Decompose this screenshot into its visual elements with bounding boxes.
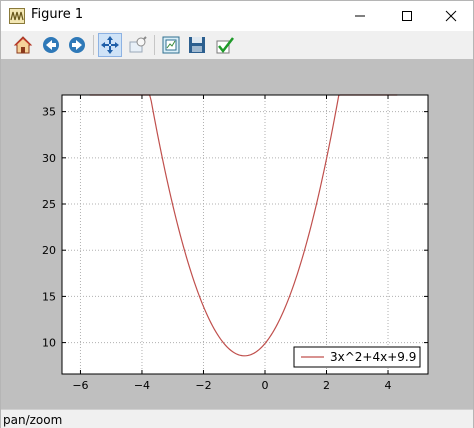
line-chart[interactable]: −6 −4 −2 0 2 4 10 15 20 25 30 35 3x^2+4x+9.9 <box>1 59 473 409</box>
figure-window: Figure 1 −6 −4 −2 0 2 4 10 15 20 25 30 3… <box>0 0 474 428</box>
pan-move-icon <box>101 36 119 54</box>
status-mode-text: pan/zoom <box>3 413 63 427</box>
save-button[interactable] <box>185 33 209 57</box>
back-arrow-icon <box>43 37 59 53</box>
app-icon <box>9 8 25 24</box>
pan-button[interactable] <box>98 33 122 57</box>
checkmark-icon <box>216 37 234 54</box>
y-tick-label: 15 <box>42 290 56 303</box>
figure-canvas[interactable]: −6 −4 −2 0 2 4 10 15 20 25 30 35 3x^2+4x+9.9 <box>1 59 473 409</box>
title-bar[interactable]: Figure 1 <box>1 1 473 31</box>
x-tick-label: 2 <box>323 379 330 392</box>
x-tick-label: −6 <box>72 379 88 392</box>
close-icon <box>445 10 456 22</box>
zoom-rect-icon <box>129 36 147 53</box>
home-button[interactable] <box>11 33 35 57</box>
x-tick-label: −2 <box>195 379 211 392</box>
status-bar: pan/zoom <box>1 409 473 428</box>
x-tick-label: 0 <box>261 379 268 392</box>
toolbar-separator <box>93 35 94 55</box>
forward-arrow-icon <box>69 37 85 53</box>
minimize-button[interactable] <box>337 1 382 31</box>
edit-button[interactable] <box>213 33 237 57</box>
zoom-button[interactable] <box>126 33 150 57</box>
maximize-icon <box>401 11 412 21</box>
window-title: Figure 1 <box>31 7 84 22</box>
toolbar-separator <box>154 35 155 55</box>
x-tick-label: 4 <box>385 379 392 392</box>
y-tick-label: 30 <box>42 152 56 165</box>
plot-area <box>62 95 428 374</box>
subplots-config-icon <box>162 36 180 54</box>
forward-button[interactable] <box>65 33 89 57</box>
navigation-toolbar <box>1 31 473 59</box>
y-tick-label: 10 <box>42 337 56 350</box>
close-button[interactable] <box>428 1 473 31</box>
legend-label: 3x^2+4x+9.9 <box>330 350 416 364</box>
maximize-button[interactable] <box>384 1 429 31</box>
home-icon <box>13 36 33 54</box>
x-tick-label: −4 <box>134 379 150 392</box>
subplots-button[interactable] <box>159 33 183 57</box>
minimize-icon <box>354 15 365 17</box>
back-button[interactable] <box>39 33 63 57</box>
save-disk-icon <box>189 37 205 53</box>
y-tick-label: 35 <box>42 106 56 119</box>
y-tick-label: 20 <box>42 244 56 257</box>
y-tick-label: 25 <box>42 198 56 211</box>
